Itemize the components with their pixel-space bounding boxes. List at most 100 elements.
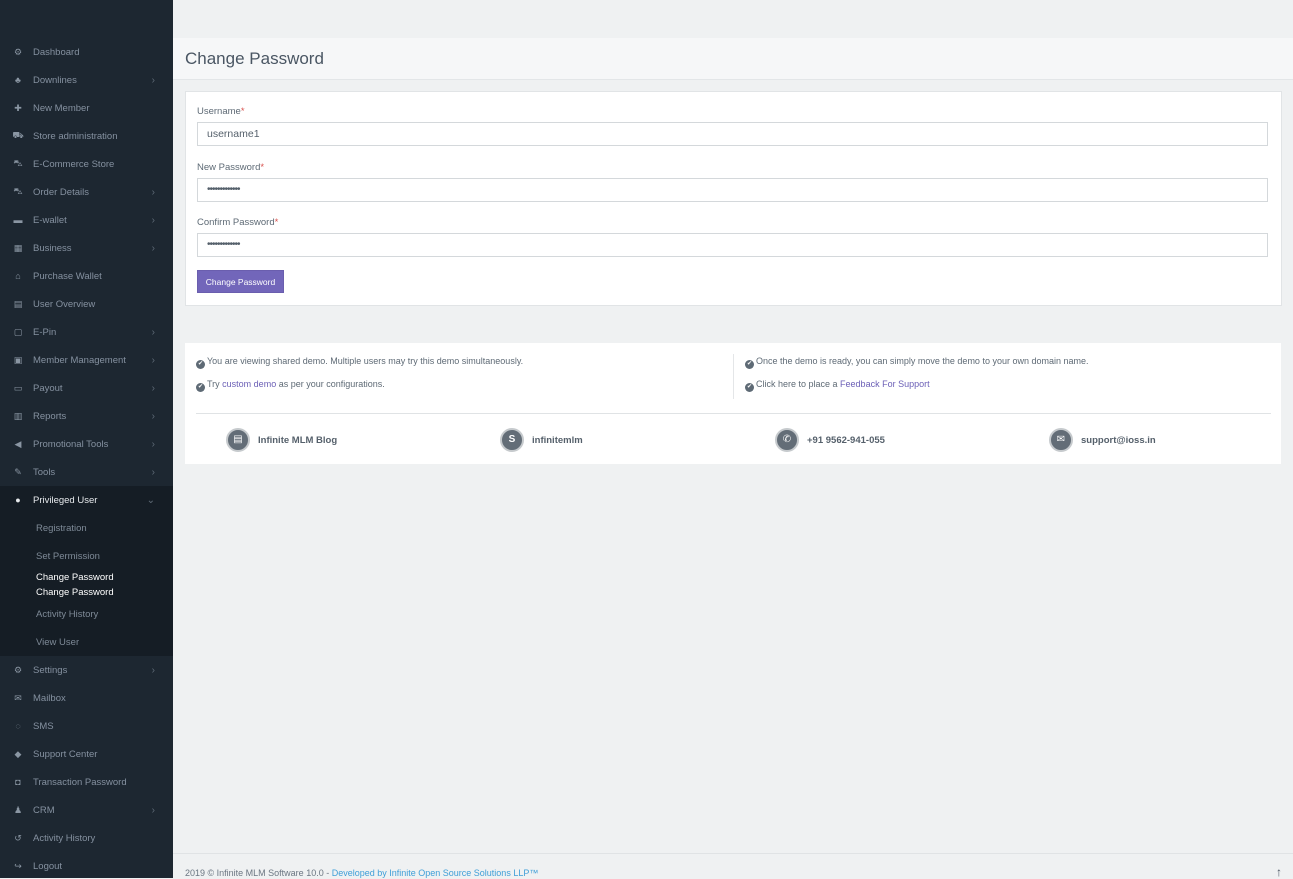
bullhorn-icon: ◀ <box>14 438 22 449</box>
sidebar-item-label: User Overview <box>33 298 96 310</box>
username-label-text: Username <box>197 106 241 117</box>
info-custom-demo: ✔ Try custom demo as per your configurati… <box>196 379 385 392</box>
sidebar-item-dashboard[interactable]: ⚙ Dashboard <box>0 38 173 66</box>
envelope-icon: ✉ <box>1049 428 1073 452</box>
info-text: Once the demo is ready, you can simply m… <box>756 356 1089 366</box>
check-circle-icon: ✔ <box>196 360 205 369</box>
contact-whatsapp[interactable]: ✆ +91 9562-941-055 <box>775 428 885 452</box>
chevron-right-icon: › <box>151 410 155 422</box>
shield-icon: ◘ <box>15 777 21 787</box>
bookmark-icon: ▢ <box>13 326 23 337</box>
sidebar-item-business[interactable]: ▦ Business › <box>0 234 173 262</box>
sidebar-item-privileged-user[interactable]: ● Privileged User ⌄ <box>0 486 173 514</box>
sidebar-item-label: New Member <box>33 102 90 114</box>
sidebar-item-downlines[interactable]: ♣ Downlines › <box>0 66 173 94</box>
sidebar-item-order-details[interactable]: ⛍ Order Details › <box>0 178 173 206</box>
sidebar-item-promotional-tools[interactable]: ◀ Promotional Tools › <box>0 430 173 458</box>
feedback-link[interactable]: Feedback For Support <box>840 379 930 389</box>
sidebar-item-label: Business <box>33 242 72 254</box>
contact-label: +91 9562-941-055 <box>807 434 885 446</box>
sidebar-item-label: Transaction Password <box>33 776 127 788</box>
chevron-right-icon: › <box>151 214 155 226</box>
horizontal-divider <box>196 413 1271 414</box>
developer-link[interactable]: Developed by Infinite Open Source Soluti… <box>332 868 539 878</box>
demo-info-panel: ✔ You are viewing shared demo. Multiple u… <box>185 343 1281 464</box>
sidebar-item-label: Order Details <box>33 186 89 198</box>
sidebar-item-label: Tools <box>33 466 56 478</box>
contact-email[interactable]: ✉ support@ioss.in <box>1049 428 1156 452</box>
sidebar-subitem-view-user[interactable]: View User <box>0 628 173 656</box>
sidebar-item-new-member[interactable]: ✚ New Member <box>0 94 173 122</box>
skype-icon: S <box>500 428 524 452</box>
sidebar-subitem-set-permission[interactable]: Set Permission <box>0 542 173 570</box>
user-circle-icon: ● <box>15 495 21 505</box>
username-input[interactable]: username1 <box>197 122 1268 146</box>
chevron-right-icon: › <box>151 186 155 198</box>
sidebar-item-label: Member Management <box>33 354 126 366</box>
building-icon: ▦ <box>13 242 23 253</box>
confirm-password-label-text: Confirm Password <box>197 217 275 228</box>
sidebar-item-ecommerce-store[interactable]: ⛍ E-Commerce Store <box>0 150 173 178</box>
chevron-right-icon: › <box>151 242 155 254</box>
sidebar-item-label: Logout <box>33 860 63 872</box>
required-mark: * <box>260 162 265 173</box>
info-feedback: ✔ Click here to place a Feedback For Supp… <box>745 379 930 392</box>
chevron-down-icon: ⌄ <box>146 494 155 506</box>
user-square-icon: ▣ <box>13 354 23 365</box>
sidebar-item-tools[interactable]: ✎ Tools › <box>0 458 173 486</box>
sidebar-subitem-label: Change Password <box>36 587 114 598</box>
briefcase-icon: ▬ <box>13 215 23 225</box>
copyright-text: 2019 © Infinite MLM Software 10.0 - <box>185 868 332 878</box>
dashboard-icon: ⚙ <box>13 46 23 57</box>
privileged-user-group: ● Privileged User ⌄ Registration Set Permi… <box>0 486 173 656</box>
page-title: Change Password <box>185 49 324 68</box>
sidebar-item-label: Support Center <box>33 748 98 760</box>
arrow-up-icon[interactable]: ↑ <box>1276 865 1282 879</box>
new-password-label: New Password* <box>197 162 264 173</box>
sidebar-item-logout[interactable]: ↪ Logout <box>0 852 173 878</box>
sidebar-item-label: Reports <box>33 410 67 422</box>
sidebar-subitem-change-password[interactable]: Change Password Change Password <box>0 570 173 600</box>
chevron-right-icon: › <box>151 438 155 450</box>
sidebar-item-user-overview[interactable]: ▤ User Overview <box>0 290 173 318</box>
contact-skype[interactable]: Sinfinitemlm <box>500 428 583 452</box>
sidebar-item-purchase-wallet[interactable]: ⌂ Purchase Wallet <box>0 262 173 290</box>
info-shared-demo: ✔ You are viewing shared demo. Multiple u… <box>196 356 523 369</box>
chevron-right-icon: › <box>151 804 155 816</box>
sidebar-subitem-activity-history[interactable]: Activity History <box>0 600 173 628</box>
sidebar-item-mailbox[interactable]: ✉ Mailbox <box>0 684 173 712</box>
sidebar-item-member-management[interactable]: ▣ Member Management › <box>0 346 173 374</box>
sidebar-item-label: Activity History <box>33 832 96 844</box>
sidebar-item-label: Mailbox <box>33 692 66 704</box>
sidebar-item-e-pin[interactable]: ▢ E-Pin › <box>0 318 173 346</box>
sidebar-logo-area <box>0 0 173 38</box>
change-password-button[interactable]: Change Password <box>197 270 284 293</box>
vertical-divider <box>733 354 734 399</box>
sidebar-item-reports[interactable]: ▥ Reports › <box>0 402 173 430</box>
check-circle-icon: ✔ <box>196 383 205 392</box>
sidebar-item-e-wallet[interactable]: ▬ E-wallet › <box>0 206 173 234</box>
wrench-icon: ✎ <box>14 466 22 477</box>
confirm-password-input[interactable]: ••••••••••••• <box>197 233 1268 257</box>
money-icon: ▭ <box>13 382 23 393</box>
sidebar-item-label: Downlines <box>33 74 77 86</box>
contact-blog[interactable]: ▤ Infinite MLM Blog <box>226 428 337 452</box>
sidebar-item-crm[interactable]: ♟ CRM › <box>0 796 173 824</box>
chevron-right-icon: › <box>151 354 155 366</box>
footer-text: 2019 © Infinite MLM Software 10.0 - Deve… <box>185 868 538 878</box>
sidebar-subitem-registration[interactable]: Registration <box>0 514 173 542</box>
truck-icon: ⛟ <box>12 130 24 140</box>
sidebar-item-activity-history[interactable]: ↺ Activity History <box>0 824 173 852</box>
sidebar-item-transaction-password[interactable]: ◘ Transaction Password <box>0 768 173 796</box>
sign-out-icon: ↪ <box>14 860 22 871</box>
sidebar-item-support-center[interactable]: ◆ Support Center <box>0 740 173 768</box>
basket-icon: ⌂ <box>15 271 21 281</box>
new-password-input[interactable]: ••••••••••••• <box>197 178 1268 202</box>
contact-label: support@ioss.in <box>1081 434 1156 446</box>
sidebar-item-payout[interactable]: ▭ Payout › <box>0 374 173 402</box>
custom-demo-link[interactable]: custom demo <box>222 379 276 389</box>
sidebar-item-sms[interactable]: ◌ SMS <box>0 712 173 740</box>
sidebar-item-store-administration[interactable]: ⛟ Store administration <box>0 122 173 150</box>
newspaper-icon: ▤ <box>226 428 250 452</box>
sidebar-item-settings[interactable]: ⚙ Settings › <box>0 656 173 684</box>
